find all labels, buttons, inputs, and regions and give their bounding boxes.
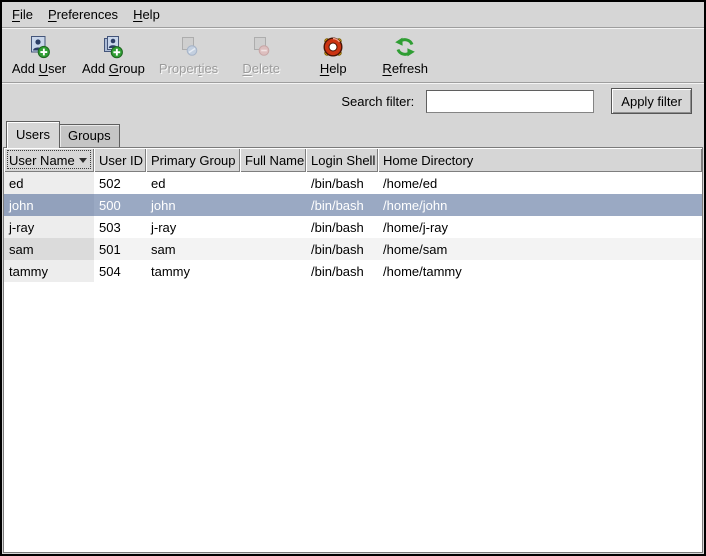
toolbar: Add User Add Group <box>2 29 704 82</box>
column-header-home-directory[interactable]: Home Directory <box>378 148 702 172</box>
search-filter-label: Search filter: <box>341 94 414 109</box>
help-label: Help <box>320 61 347 76</box>
add-user-label: Add User <box>12 61 66 76</box>
properties-label: Properties <box>159 61 218 76</box>
add-user-button[interactable]: Add User <box>8 34 70 77</box>
table-row-john-selected[interactable]: john 500 john /bin/bash /home/john <box>4 194 702 216</box>
column-header-user-name[interactable]: User Name <box>4 148 94 172</box>
column-header-login-shell[interactable]: Login Shell <box>306 148 378 172</box>
help-button[interactable]: Help <box>302 34 364 77</box>
delete-button: Delete <box>230 34 292 77</box>
delete-label: Delete <box>242 61 280 76</box>
add-group-icon <box>101 35 125 59</box>
column-header-user-id[interactable]: User ID <box>94 148 146 172</box>
table-row-tammy[interactable]: tammy 504 tammy /bin/bash /home/tammy <box>4 260 702 282</box>
help-icon <box>321 35 345 59</box>
properties-button: Properties <box>157 34 220 77</box>
refresh-label: Refresh <box>382 61 428 76</box>
delete-icon <box>249 35 273 59</box>
table-row-j-ray[interactable]: j-ray 503 j-ray /bin/bash /home/j-ray <box>4 216 702 238</box>
sort-down-icon <box>79 158 87 163</box>
users-table: User Name User ID Primary Group Full Nam… <box>3 147 703 553</box>
menubar: File Preferences Help <box>2 2 704 27</box>
add-user-icon <box>27 35 51 59</box>
table-body: ed 502 ed /bin/bash /home/ed john 500 jo… <box>4 172 702 552</box>
properties-icon <box>177 35 201 59</box>
column-header-full-name[interactable]: Full Name <box>240 148 306 172</box>
tab-groups[interactable]: Groups <box>59 124 120 147</box>
apply-filter-button[interactable]: Apply filter <box>611 88 692 114</box>
table-row-sam[interactable]: sam 501 sam /bin/bash /home/sam <box>4 238 702 260</box>
table-row-ed[interactable]: ed 502 ed /bin/bash /home/ed <box>4 172 702 194</box>
search-filter-row: Search filter: Apply filter <box>2 84 704 118</box>
menu-file[interactable]: File <box>6 4 39 25</box>
menu-help[interactable]: Help <box>127 4 166 25</box>
table-header: User Name User ID Primary Group Full Nam… <box>4 148 702 172</box>
add-group-label: Add Group <box>82 61 145 76</box>
column-header-primary-group[interactable]: Primary Group <box>146 148 240 172</box>
menu-preferences[interactable]: Preferences <box>42 4 124 25</box>
add-group-button[interactable]: Add Group <box>80 34 147 77</box>
notebook-tabs: Users Groups <box>2 118 704 147</box>
tab-users[interactable]: Users <box>6 121 60 148</box>
search-filter-input[interactable] <box>426 90 594 113</box>
user-manager-window: File Preferences Help Add User <box>0 0 706 556</box>
refresh-icon <box>393 35 417 59</box>
refresh-button[interactable]: Refresh <box>374 34 436 77</box>
